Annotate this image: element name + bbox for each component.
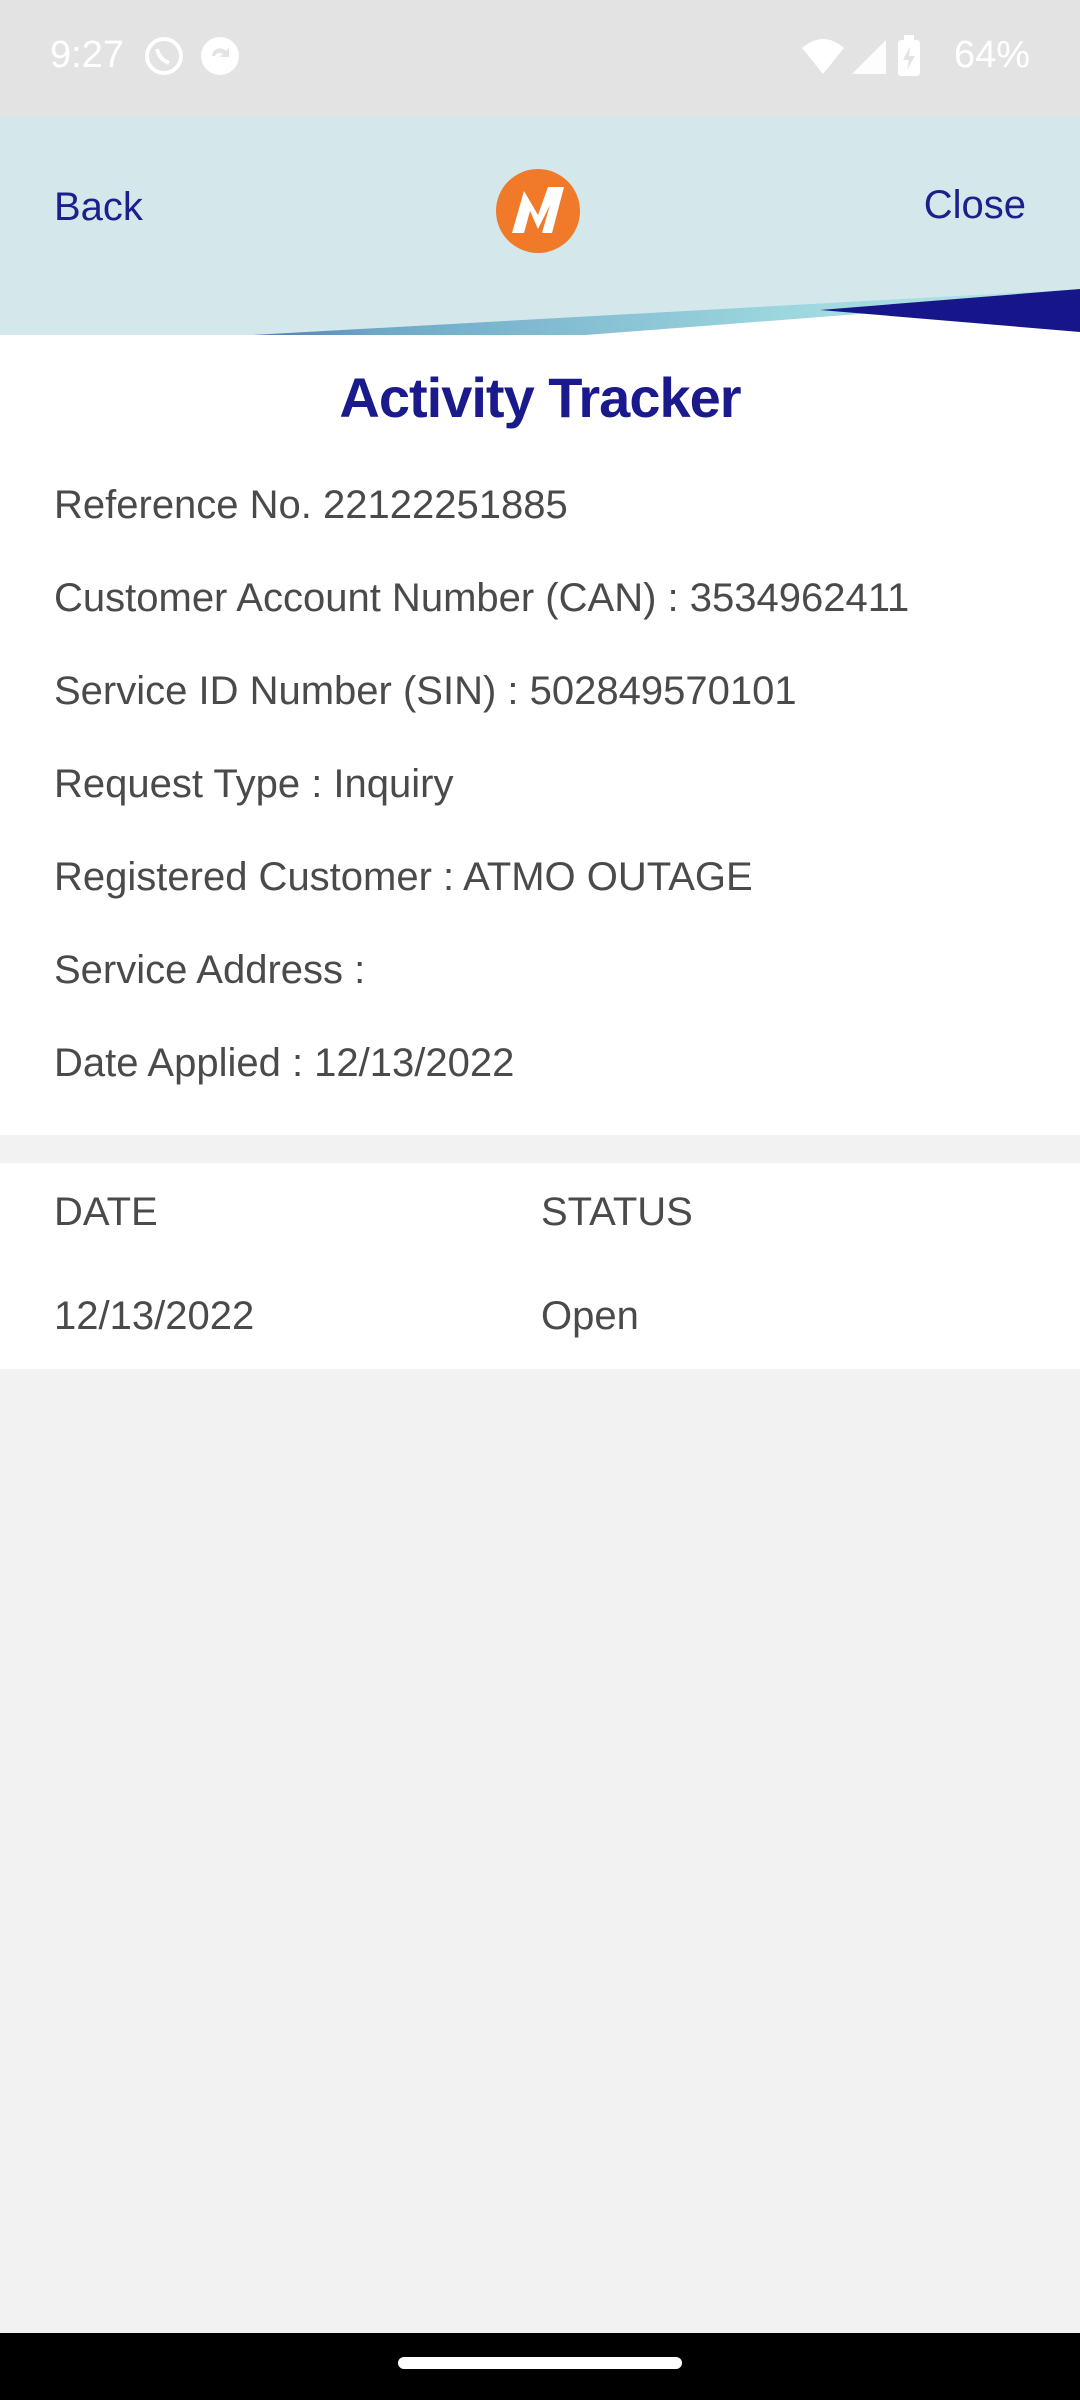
battery-charging-icon xyxy=(898,35,920,76)
wifi-icon xyxy=(802,39,844,74)
cell-signal-icon xyxy=(852,40,886,74)
request-type: Request Type : Inquiry xyxy=(54,762,454,806)
battery-percent: 64% xyxy=(953,34,1030,76)
back-button[interactable]: Back xyxy=(54,185,143,230)
row-date: 12/13/2022 xyxy=(54,1294,255,1338)
screen: 9:27 64% Back Close Activity Tracker Ref… xyxy=(0,0,1080,2400)
service-id-number: Service ID Number (SIN) : 502849570101 xyxy=(54,669,797,713)
customer-account-number: Customer Account Number (CAN) : 35349624… xyxy=(54,576,910,620)
status-table: DATE STATUS 12/13/2022 Open xyxy=(0,1163,1080,1369)
date-applied: Date Applied : 12/13/2022 xyxy=(54,1041,515,1085)
service-address: Service Address : xyxy=(54,948,366,992)
page-title: Activity Tracker xyxy=(339,366,741,429)
row-status: Open xyxy=(541,1294,639,1338)
viber-icon xyxy=(145,37,183,75)
navigation-bar xyxy=(0,2333,1080,2400)
sync-app-icon xyxy=(201,37,239,75)
status-bar: 9:27 64% xyxy=(0,0,1080,117)
close-button[interactable]: Close xyxy=(924,183,1026,228)
registered-customer: Registered Customer : ATMO OUTAGE xyxy=(54,855,753,899)
column-header-status: STATUS xyxy=(541,1190,693,1234)
column-header-date: DATE xyxy=(54,1190,158,1234)
home-gesture-handle[interactable] xyxy=(398,2357,682,2369)
meralco-logo-icon xyxy=(496,169,580,253)
request-details-card: Activity Tracker Reference No. 221222518… xyxy=(0,335,1080,1135)
reference-number: Reference No. 22122251885 xyxy=(54,483,568,527)
status-time: 9:27 xyxy=(50,34,124,76)
